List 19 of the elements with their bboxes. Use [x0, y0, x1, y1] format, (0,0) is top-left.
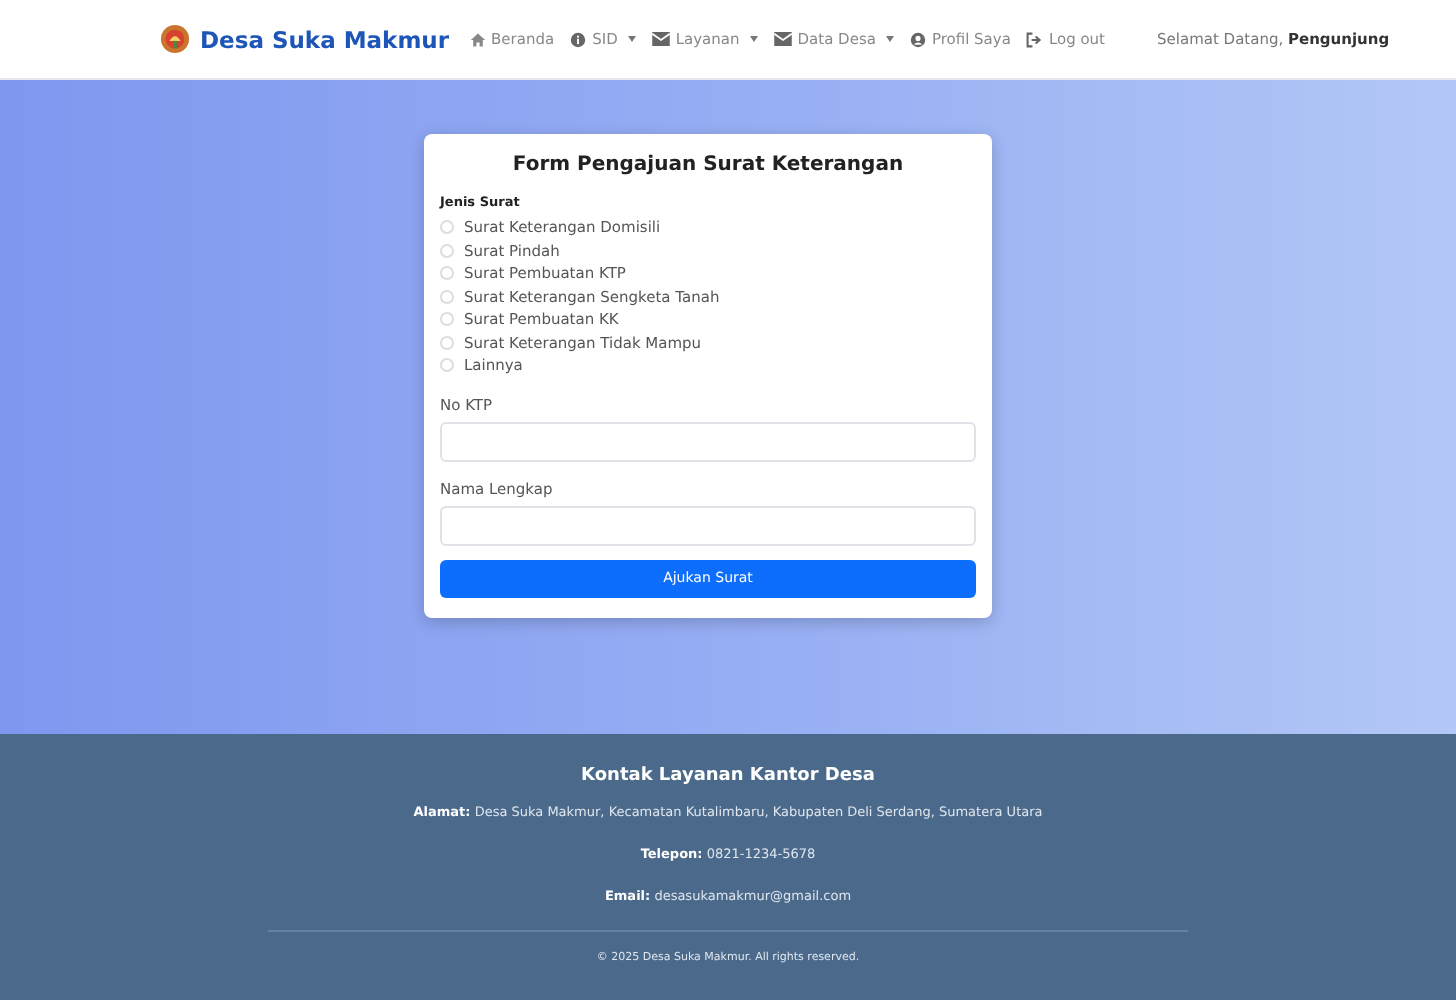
radio-button[interactable]	[440, 358, 454, 373]
radio-button[interactable]	[440, 289, 454, 304]
form-title: Form Pengajuan Surat Keterangan	[510, 154, 906, 176]
envelope-icon	[651, 32, 670, 46]
footer-title: Kontak Layanan Kantor Desa	[579, 766, 877, 786]
village-logo-icon	[160, 24, 190, 54]
radio-button[interactable]	[440, 335, 454, 350]
input-field[interactable]	[440, 421, 976, 461]
brand-name[interactable]: Desa Suka Makmur	[200, 25, 450, 53]
radio-button[interactable]	[440, 220, 454, 235]
radio-button[interactable]	[440, 243, 454, 258]
envelope-icon	[773, 32, 792, 46]
input-field[interactable]	[440, 505, 976, 545]
radio-button[interactable]	[440, 266, 454, 281]
radio-button[interactable]	[440, 312, 454, 327]
user-icon	[909, 31, 926, 47]
info-icon	[570, 31, 587, 47]
logout-icon	[1026, 31, 1043, 47]
home-icon	[469, 31, 486, 47]
